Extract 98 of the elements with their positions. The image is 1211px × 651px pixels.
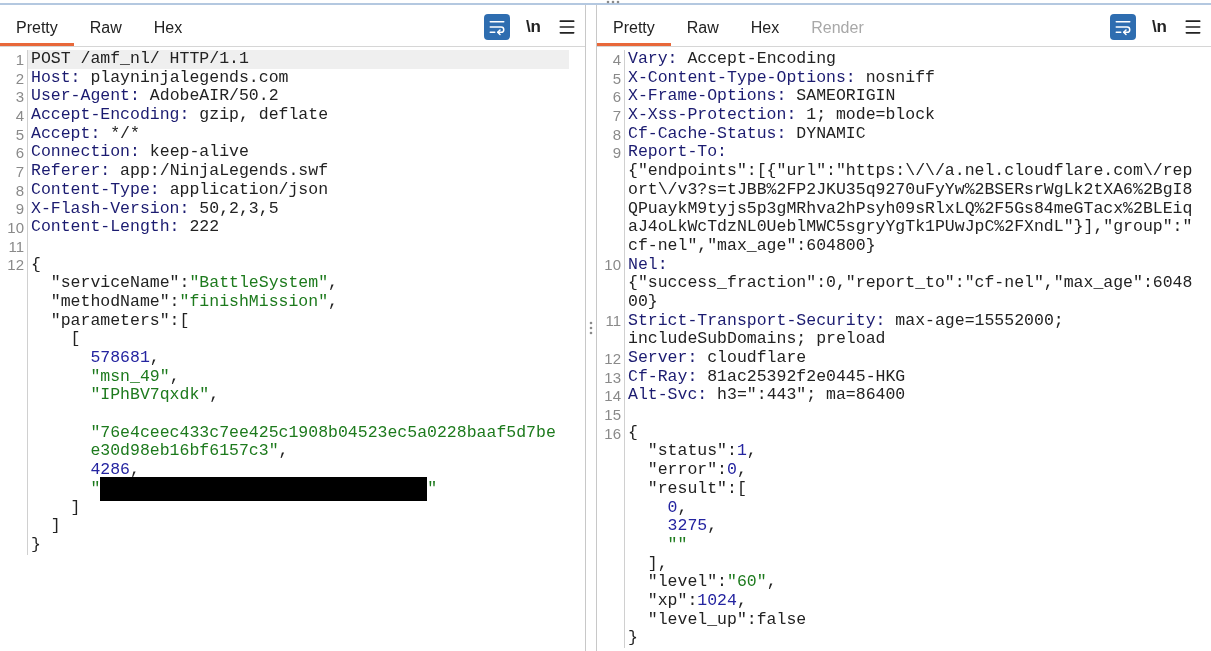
- code-line: "methodName":"finishMission",: [49, 292, 338, 312]
- line-number: 9: [15, 201, 24, 217]
- wrap-text-button[interactable]: [483, 14, 510, 40]
- code-line: Alt-Svc: h3=":443"; ma=86400: [628, 386, 906, 406]
- code-line: "result":[: [646, 479, 747, 499]
- code-line: {: [628, 423, 638, 443]
- wrap-text-icon: [1113, 18, 1132, 36]
- line-number: 16: [604, 425, 621, 441]
- line-number: 4: [612, 51, 621, 67]
- tab[interactable]: Raw: [670, 12, 735, 46]
- line-number: 11: [605, 313, 621, 329]
- code-line: Cf-Ray: 81ac25392f2e0445-HKG: [628, 367, 906, 387]
- code-line: 3275,: [666, 517, 718, 536]
- line-number: 5: [15, 126, 24, 142]
- code-line: }: [628, 629, 638, 648]
- code-line: 4286,: [89, 461, 140, 480]
- code-line: 0,: [666, 498, 688, 518]
- code-line: e30d98eb16bf6157c3",: [89, 442, 289, 462]
- code-line: User-Agent: AdobeAIR/50.2: [31, 87, 279, 107]
- menu-button[interactable]: [1183, 17, 1203, 37]
- line-number: 6: [612, 89, 621, 105]
- code-line: "error":0,: [646, 461, 747, 480]
- code-line: aJ4oLkWcTdzNL0UeblMWC5sgryYgTk1PUwJpC%2FXndL"}],"group":": [628, 218, 1193, 237]
- code-line: {"success_fraction":0,"report_to":"cf-nel","max_age":6048: [628, 274, 1193, 293]
- code-line: Host: playninjalegends.com: [31, 68, 289, 88]
- tab[interactable]: Pretty: [0, 12, 74, 46]
- wrap-text-button[interactable]: [1109, 14, 1136, 40]
- tab[interactable]: Hex: [137, 12, 199, 46]
- code-line: {"endpoints":[{"url":"https:\/\/a.nel.cloudflare.com\/rep: [628, 162, 1193, 181]
- code-line: Accept: */*: [31, 124, 140, 144]
- line-number: 10: [7, 220, 24, 236]
- line-number: 2: [15, 70, 24, 86]
- code-line: X-Frame-Options: SAMEORIGIN: [628, 87, 896, 107]
- code-line: Connection: keep-alive: [31, 143, 249, 163]
- code-line: Content-Type: application/json: [31, 180, 329, 200]
- code-line: "msn_49",: [89, 367, 180, 387]
- code-line: includeSubDomains; preload: [628, 330, 886, 349]
- code-line: "IPhBV7qxdk",: [89, 386, 220, 406]
- line-number: 10: [604, 257, 621, 273]
- line-number: 6: [15, 145, 24, 161]
- line-number: 3: [15, 89, 24, 105]
- line-number: 7: [15, 163, 24, 179]
- code-line: "serviceName":"BattleSystem",: [49, 274, 338, 293]
- line-number: 13: [604, 369, 621, 385]
- code-line: ]: [69, 498, 81, 518]
- line-number: 5: [612, 70, 621, 86]
- newline-toggle[interactable]: \n: [1151, 14, 1167, 40]
- line-number: 15: [604, 406, 621, 422]
- code-line: X-Flash-Version: 50,2,3,5: [31, 199, 279, 219]
- tab[interactable]: Raw: [73, 12, 138, 46]
- code-line: Vary: Accept-Encoding: [628, 50, 836, 69]
- line-number: 12: [7, 257, 24, 273]
- code-line: ]: [49, 517, 61, 536]
- code-line: Server: cloudflare: [628, 349, 807, 368]
- code-line: Content-Length: 222: [31, 218, 220, 237]
- code-line: Report-To:: [628, 143, 728, 163]
- grip-icon[interactable]: [589, 321, 593, 335]
- code-line: 00}: [628, 292, 658, 312]
- code-line: X-Xss-Protection: 1; mode=block: [628, 106, 935, 125]
- code-line: "status":1,: [646, 442, 757, 462]
- line-number: 11: [8, 238, 24, 254]
- menu-button[interactable]: [557, 17, 577, 37]
- menu-icon: [557, 17, 577, 37]
- line-number: 4: [15, 107, 24, 123]
- code-line: POST /amf_nl/ HTTP/1.1: [31, 50, 249, 69]
- code-line: "": [666, 535, 688, 555]
- line-number: 12: [604, 350, 621, 366]
- code-line: ort\/v3?s=tJBB%2FP2JKU35q9270uFyYw%2BSERsrWgLk2tXA6%2BgI8: [628, 180, 1193, 200]
- code-line: "level_up":false: [646, 610, 807, 630]
- wrap-text-icon: [487, 18, 506, 36]
- line-number: 9: [612, 145, 621, 161]
- code-line: "xp":1024,: [646, 591, 747, 611]
- code-line: "76e4ceec433c7ee425c1908b04523ec5a0228baaf5d7be: [89, 423, 556, 443]
- code-line: }: [31, 535, 41, 555]
- menu-icon: [1183, 17, 1203, 37]
- code-line: QPuaykM9tyjs5p3gMRhva2hPsyh09sRlxLQ%2F5Gs84meGTacx%2BLEiq: [628, 199, 1193, 219]
- line-number: 8: [612, 126, 621, 142]
- line-number: 8: [15, 182, 24, 198]
- line-number: 1: [15, 51, 24, 67]
- line-number: 7: [612, 107, 621, 123]
- grip-icon[interactable]: [606, 0, 620, 4]
- code-line: Accept-Encoding: gzip, deflate: [31, 106, 329, 125]
- code-line: 578681,: [89, 349, 160, 368]
- code-line: "parameters":[: [49, 311, 190, 331]
- code-line: ],: [646, 554, 668, 574]
- code-line: Referer: app:/NinjaLegends.swf: [31, 162, 329, 181]
- code-line: "level":"60",: [646, 573, 777, 592]
- code-line: [: [69, 330, 81, 349]
- tab[interactable]: Hex: [734, 12, 796, 46]
- code-line: {: [31, 255, 41, 275]
- code-line: Nel:: [628, 255, 668, 275]
- line-number: 14: [604, 388, 621, 404]
- code-line: Strict-Transport-Security: max-age=15552000;: [628, 311, 1064, 331]
- newline-toggle[interactable]: \n: [525, 14, 541, 40]
- tab[interactable]: Pretty: [597, 12, 671, 46]
- code-line: X-Content-Type-Options: nosniff: [628, 68, 935, 88]
- code-line: cf-nel","max_age":604800}: [628, 236, 876, 256]
- code-line: Cf-Cache-Status: DYNAMIC: [628, 124, 866, 144]
